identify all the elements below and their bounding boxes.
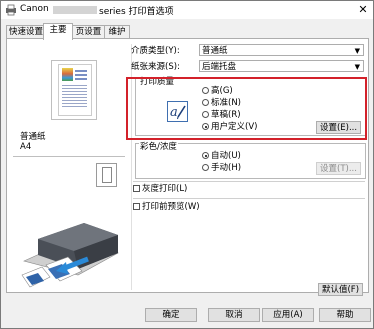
- help-button[interactable]: 帮助: [319, 308, 371, 322]
- preview-text-line: [62, 100, 87, 101]
- window-title: series 打印首选项: [99, 7, 174, 17]
- redacted-model-name: [53, 6, 97, 14]
- preview-text-line: [62, 103, 87, 104]
- media-type-select[interactable]: 普通纸 ▼: [199, 44, 364, 56]
- divider: [13, 156, 125, 157]
- radio-selected-icon: [202, 152, 209, 159]
- paper-size-summary: A4: [20, 142, 32, 152]
- cancel-button[interactable]: 取消: [208, 308, 260, 322]
- apply-button[interactable]: 应用(A): [262, 308, 314, 322]
- color-intensity-title: 彩色/浓度: [139, 140, 178, 152]
- print-preview: [51, 60, 97, 120]
- divider: [133, 198, 365, 199]
- radio-icon: [202, 164, 209, 171]
- ok-button[interactable]: 确定: [145, 308, 197, 322]
- paper-source-value: 后端托盘: [202, 62, 237, 72]
- preview-text-line: [62, 97, 87, 98]
- window-title-brand: Canon: [20, 4, 49, 14]
- color-option-label: 手动(H): [211, 163, 242, 173]
- chevron-down-icon: ▼: [354, 47, 360, 55]
- divider: [133, 181, 365, 182]
- title-bar: Canon series 打印首选项 ✕: [1, 1, 373, 19]
- checkbox-icon: [133, 203, 140, 210]
- preview-text-line: [62, 106, 87, 107]
- paper-source-label: 纸张来源(S):: [131, 62, 180, 72]
- media-type-summary: 普通纸: [20, 132, 46, 142]
- preview-text-line: [62, 88, 87, 89]
- preview-text-line: [62, 91, 87, 92]
- preview-line: [75, 78, 87, 80]
- checkbox-icon: [133, 185, 140, 192]
- preview-image: [62, 68, 73, 81]
- paper-source-select[interactable]: 后端托盘 ▼: [199, 60, 364, 72]
- tab-page-setup[interactable]: 页设置: [71, 25, 106, 39]
- color-auto-radio[interactable]: 自动(U): [202, 151, 241, 161]
- orientation-icon: [96, 163, 117, 187]
- sheet-icon: [102, 167, 112, 183]
- preview-checkbox[interactable]: 打印前预览(W): [133, 202, 200, 212]
- annotation-highlight: [126, 77, 367, 140]
- color-option-label: 自动(U): [211, 151, 241, 161]
- grayscale-checkbox[interactable]: 灰度打印(L): [133, 184, 187, 194]
- media-type-value: 普通纸: [202, 46, 228, 56]
- media-type-label: 介质类型(Y):: [131, 46, 180, 56]
- printer-preferences-window: Canon series 打印首选项 ✕ 快速设置 主要 页设置 维护 普通纸 …: [0, 0, 374, 329]
- preview-text-line: [62, 85, 87, 86]
- printer-illustration: [21, 223, 119, 288]
- tab-quick-setup[interactable]: 快速设置: [6, 25, 46, 39]
- grayscale-label: 灰度打印(L): [142, 184, 188, 194]
- preview-line: [75, 74, 87, 76]
- printer-app-icon: [6, 4, 16, 16]
- preview-line: [75, 70, 87, 72]
- preview-text-line: [62, 94, 87, 95]
- preview-label: 打印前预览(W): [142, 202, 200, 212]
- defaults-button[interactable]: 默认值(F): [318, 283, 363, 296]
- preview-paper: [58, 64, 92, 116]
- color-settings-button[interactable]: 设置(T)...: [316, 162, 361, 175]
- close-button[interactable]: ✕: [355, 2, 371, 17]
- color-manual-radio[interactable]: 手动(H): [202, 163, 241, 173]
- media-summary: 普通纸 A4: [20, 132, 46, 152]
- chevron-down-icon: ▼: [354, 63, 360, 71]
- tab-maintenance[interactable]: 维护: [104, 25, 130, 39]
- tab-main[interactable]: 主要: [43, 23, 73, 40]
